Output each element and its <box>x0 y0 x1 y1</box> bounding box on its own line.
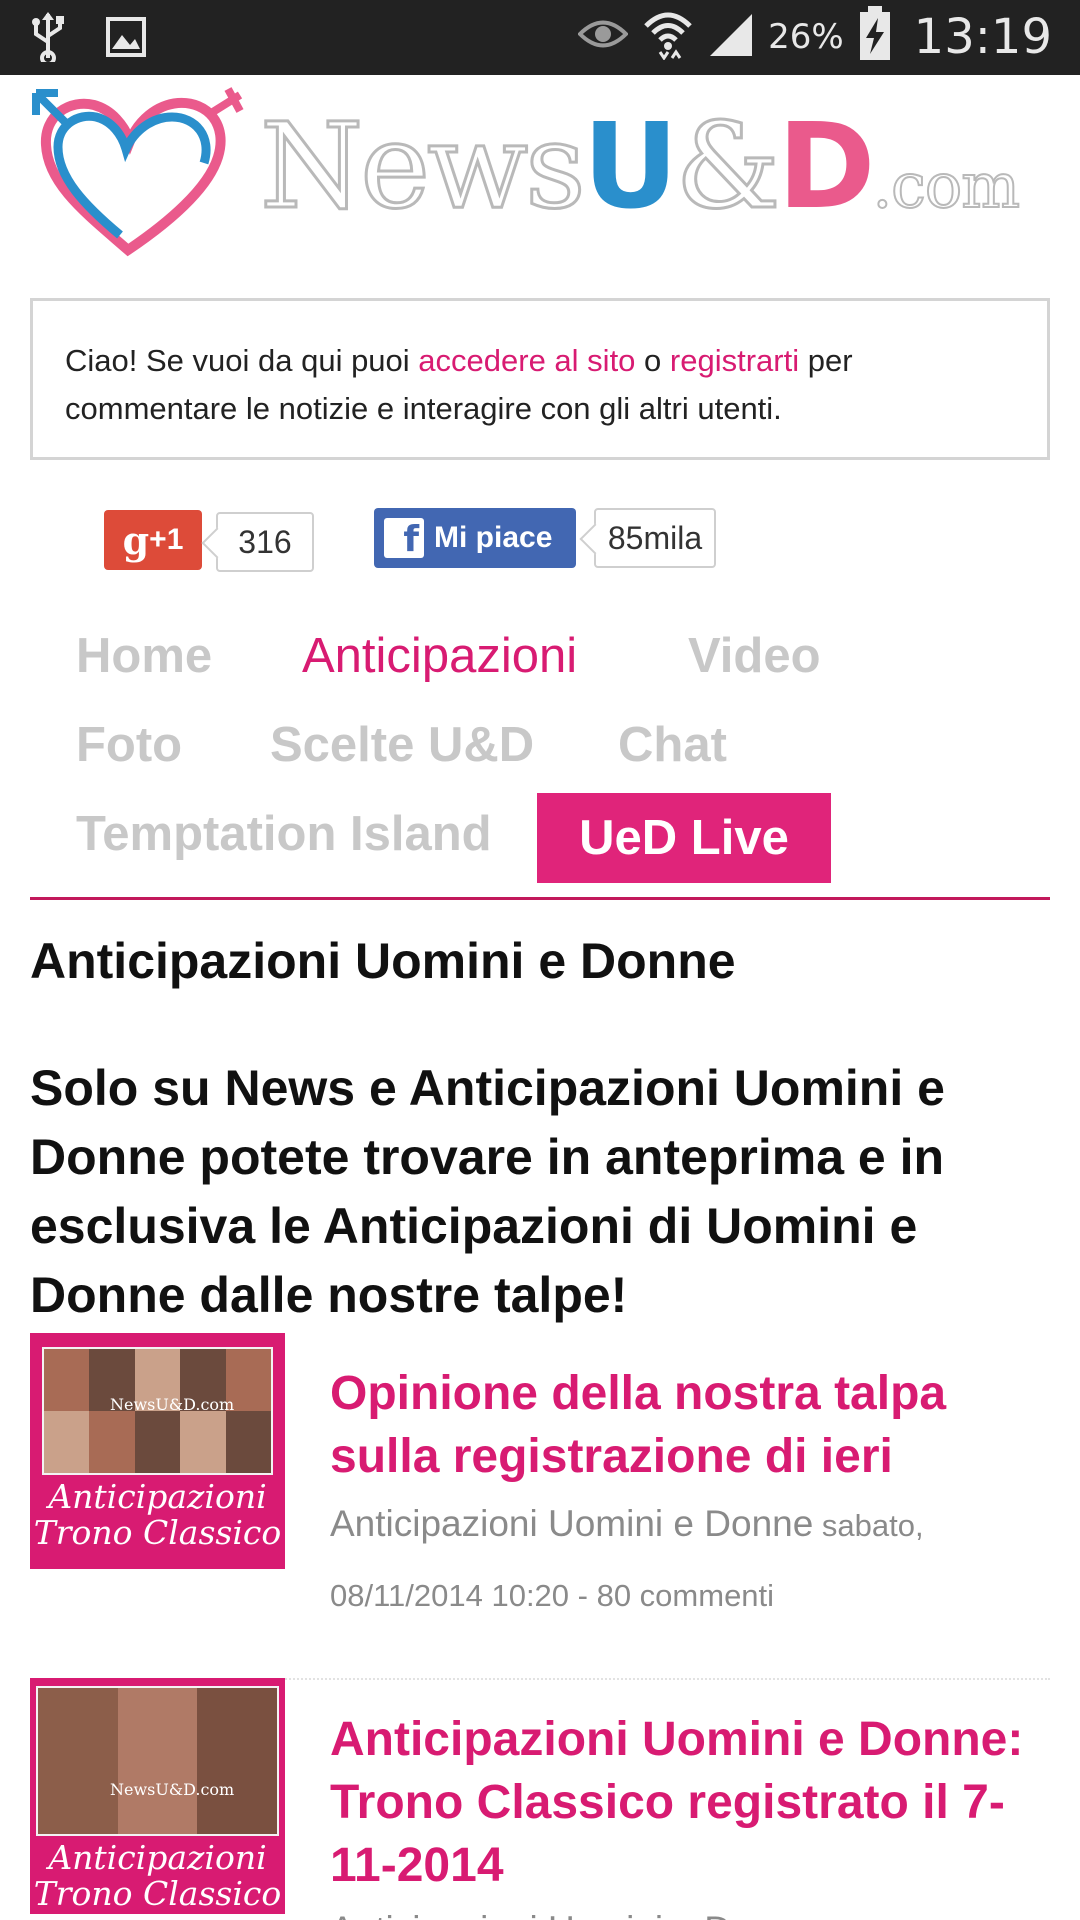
facebook-icon: f <box>384 518 424 558</box>
nav-divider <box>30 897 1050 900</box>
battery-percent: 26% <box>768 16 844 57</box>
article-meta: Anticipazioni Uomini e Donne <box>330 1898 1050 1920</box>
login-link[interactable]: accedere al sito <box>418 343 635 378</box>
thumbnail-brand: NewsU&D.com <box>110 1780 235 1799</box>
register-link[interactable]: registrarti <box>670 343 799 378</box>
login-notice: Ciao! Se vuoi da qui puoi accedere al si… <box>30 298 1050 460</box>
wifi-icon <box>642 8 694 65</box>
article-meta: Anticipazioni Uomini e Donne sabato, 08/… <box>330 1492 1050 1634</box>
article-title[interactable]: Opinione della nostra talpa sulla regist… <box>330 1362 1050 1488</box>
thumbnail-caption: Anticipazioni Trono Classico <box>33 1477 282 1552</box>
article-thumbnail[interactable]: NewsU&D.com Anticipazioni Trono Classico <box>30 1678 285 1914</box>
logo-wordmark: NewsU&D.com <box>259 97 1022 235</box>
page-title: Anticipazioni Uomini e Donne <box>30 933 736 989</box>
facebook-like-label: Mi piace <box>434 521 553 554</box>
thumbnail-caption: Anticipazioni Trono Classico <box>33 1838 282 1913</box>
gplus-label: +1 <box>149 523 184 556</box>
site-logo[interactable]: NewsU&D.com <box>28 85 1021 260</box>
nav-item-temptation-island[interactable]: Temptation Island <box>76 810 492 859</box>
nav-item-anticipazioni[interactable]: Anticipazioni <box>302 632 577 681</box>
clock: 13:19 <box>913 8 1052 65</box>
thumbnail-brand: NewsU&D.com <box>110 1395 235 1414</box>
eye-icon <box>577 17 629 56</box>
nav-item-foto[interactable]: Foto <box>76 721 182 770</box>
google-plus-button[interactable]: g +1 <box>104 510 202 570</box>
article-title[interactable]: Anticipazioni Uomini e Donne: Trono Clas… <box>330 1708 1050 1897</box>
nav-item-scelte-ud[interactable]: Scelte U&D <box>270 721 534 770</box>
nav-item-chat[interactable]: Chat <box>618 721 727 770</box>
image-icon <box>106 17 146 62</box>
usb-icon <box>30 12 66 67</box>
signal-icon <box>708 10 754 63</box>
page-intro: Solo su News e Anticipazioni Uomini e Do… <box>30 1060 945 1323</box>
nav-item-home[interactable]: Home <box>76 632 212 681</box>
article-thumbnail[interactable]: NewsU&D.com Anticipazioni Trono Classico <box>30 1333 285 1569</box>
facebook-like-button[interactable]: f Mi piace <box>374 508 576 568</box>
google-plus-count: 316 <box>216 512 314 572</box>
article-category[interactable]: Anticipazioni Uomini e Donne <box>330 1909 813 1920</box>
article-category[interactable]: Anticipazioni Uomini e Donne <box>330 1503 813 1544</box>
nav-item-ued-live[interactable]: UeD Live <box>537 793 831 883</box>
notice-text-middle: o <box>635 343 670 378</box>
notice-text: Ciao! Se vuoi da qui puoi <box>65 343 419 378</box>
google-plus-icon: g <box>122 517 150 563</box>
thumbnail-photo-collage <box>36 1686 279 1836</box>
nav-item-video[interactable]: Video <box>688 632 821 681</box>
status-bar: 26% 13:19 <box>0 0 1080 75</box>
facebook-like-count: 85mila <box>594 508 716 568</box>
heart-gender-icon <box>28 85 258 265</box>
battery-charging-icon <box>858 6 892 67</box>
